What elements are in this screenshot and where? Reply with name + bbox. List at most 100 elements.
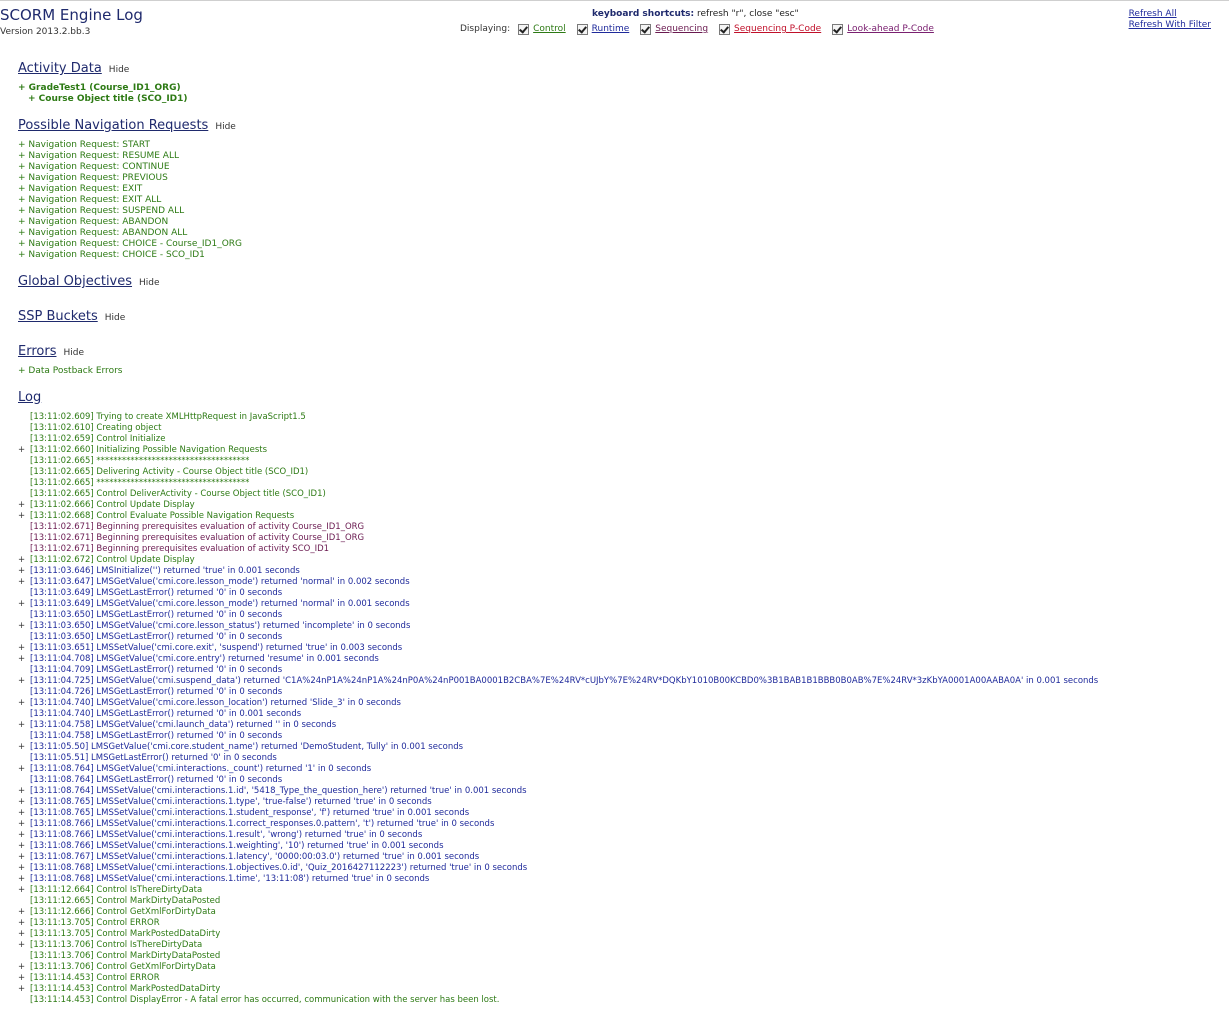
log-entry[interactable]: + [13:11:08.766] LMSSetValue('cmi.interac… bbox=[18, 830, 1098, 841]
log-entry[interactable]: + [13:11:08.768] LMSSetValue('cmi.interac… bbox=[18, 874, 1098, 885]
log-entry[interactable]: + [13:11:04.708] LMSGetValue('cmi.core.en… bbox=[18, 654, 1098, 665]
expand-toggle[interactable]: + bbox=[18, 577, 30, 588]
log-entry[interactable]: + [13:11:08.765] LMSSetValue('cmi.interac… bbox=[18, 797, 1098, 808]
checkbox-runtime[interactable] bbox=[576, 23, 588, 35]
expand-toggle[interactable]: + bbox=[18, 819, 30, 830]
filter-control-label[interactable]: Control bbox=[533, 24, 566, 34]
log-entry[interactable]: + [13:11:08.766] LMSSetValue('cmi.interac… bbox=[18, 841, 1098, 852]
filter-sequencing-pcode[interactable]: Sequencing P-Code bbox=[719, 23, 821, 35]
nav-request-item[interactable]: + Navigation Request: CHOICE - Course_ID… bbox=[18, 239, 242, 250]
ssp-hide-link[interactable]: Hide bbox=[105, 313, 126, 323]
log-entry[interactable]: + [13:11:08.767] LMSSetValue('cmi.interac… bbox=[18, 852, 1098, 863]
activity-item-org[interactable]: + GradeTest1 (Course_ID1_ORG) bbox=[18, 83, 188, 94]
nav-request-item[interactable]: + Navigation Request: PREVIOUS bbox=[18, 173, 242, 184]
expand-toggle[interactable]: + bbox=[18, 973, 30, 984]
log-entry[interactable]: + [13:11:04.725] LMSGetValue('cmi.suspend… bbox=[18, 676, 1098, 687]
log-entry[interactable]: + [13:11:04.740] LMSGetValue('cmi.core.le… bbox=[18, 698, 1098, 709]
log-entry[interactable]: + [13:11:03.651] LMSSetValue('cmi.core.ex… bbox=[18, 643, 1098, 654]
log-entry[interactable]: + [13:11:13.705] Control ERROR bbox=[18, 918, 1098, 929]
log-entry[interactable]: + [13:11:08.765] LMSSetValue('cmi.interac… bbox=[18, 808, 1098, 819]
expand-toggle[interactable]: + bbox=[18, 555, 30, 566]
nav-request-item[interactable]: + Navigation Request: EXIT bbox=[18, 184, 242, 195]
nav-request-item[interactable]: + Navigation Request: ABANDON bbox=[18, 217, 242, 228]
expand-toggle[interactable]: + bbox=[18, 654, 30, 665]
expand-toggle[interactable]: + bbox=[18, 698, 30, 709]
log-entry[interactable]: + [13:11:13.706] Control GetXmlForDirtyDa… bbox=[18, 962, 1098, 973]
filter-runtime-label[interactable]: Runtime bbox=[592, 24, 630, 34]
nav-request-item[interactable]: + Navigation Request: ABANDON ALL bbox=[18, 228, 242, 239]
expand-toggle[interactable]: + bbox=[18, 764, 30, 775]
nav-request-item[interactable]: + Navigation Request: START bbox=[18, 140, 242, 151]
log-entry[interactable]: + [13:11:13.706] Control IsThereDirtyData bbox=[18, 940, 1098, 951]
expand-toggle[interactable]: + bbox=[18, 984, 30, 995]
log-entry[interactable]: + [13:11:03.650] LMSGetValue('cmi.core.le… bbox=[18, 621, 1098, 632]
expand-toggle[interactable]: + bbox=[18, 885, 30, 896]
expand-toggle[interactable]: + bbox=[18, 863, 30, 874]
nav-request-item[interactable]: + Navigation Request: CHOICE - SCO_ID1 bbox=[18, 250, 242, 261]
log-entry[interactable]: + [13:11:02.668] Control Evaluate Possibl… bbox=[18, 511, 1098, 522]
filter-sequencing-label[interactable]: Sequencing bbox=[655, 24, 708, 34]
expand-toggle[interactable]: + bbox=[18, 511, 30, 522]
filter-sequencing-pcode-label[interactable]: Sequencing P-Code bbox=[734, 24, 821, 34]
log-entry[interactable]: + [13:11:08.766] LMSSetValue('cmi.interac… bbox=[18, 819, 1098, 830]
expand-toggle[interactable]: + bbox=[18, 962, 30, 973]
activity-hide-link[interactable]: Hide bbox=[109, 65, 130, 75]
checkbox-sequencing-pcode[interactable] bbox=[719, 23, 731, 35]
filter-lookahead-pcode[interactable]: Look-ahead P-Code bbox=[832, 23, 934, 35]
expand-toggle[interactable]: + bbox=[18, 643, 30, 654]
nav-request-item[interactable]: + Navigation Request: CONTINUE bbox=[18, 162, 242, 173]
expand-toggle[interactable]: + bbox=[18, 830, 30, 841]
nav-request-item[interactable]: + Navigation Request: RESUME ALL bbox=[18, 151, 242, 162]
refresh-all-link[interactable]: Refresh All bbox=[1129, 9, 1211, 20]
errors-hide-link[interactable]: Hide bbox=[63, 348, 84, 358]
expand-toggle[interactable]: + bbox=[18, 940, 30, 951]
expand-toggle[interactable]: + bbox=[18, 874, 30, 885]
log-entry[interactable]: + [13:11:08.764] LMSGetValue('cmi.interac… bbox=[18, 764, 1098, 775]
expand-toggle[interactable]: + bbox=[18, 797, 30, 808]
expand-toggle[interactable]: + bbox=[18, 445, 30, 456]
log-entry[interactable]: + [13:11:08.768] LMSSetValue('cmi.interac… bbox=[18, 863, 1098, 874]
filter-sequencing[interactable]: Sequencing bbox=[640, 23, 708, 35]
filter-runtime[interactable]: Runtime bbox=[576, 23, 630, 35]
log-entry[interactable]: + [13:11:02.666] Control Update Display bbox=[18, 500, 1098, 511]
nav-request-item[interactable]: + Navigation Request: SUSPEND ALL bbox=[18, 206, 242, 217]
log-entry[interactable]: + [13:11:14.453] Control MarkPostedDataDi… bbox=[18, 984, 1098, 995]
checkbox-sequencing[interactable] bbox=[640, 23, 652, 35]
activity-item-sco[interactable]: + Course Object title (SCO_ID1) bbox=[18, 94, 188, 105]
expand-toggle[interactable]: + bbox=[18, 929, 30, 940]
log-entry[interactable]: + [13:11:13.705] Control MarkPostedDataDi… bbox=[18, 929, 1098, 940]
expand-toggle[interactable]: + bbox=[18, 918, 30, 929]
expand-toggle[interactable]: + bbox=[18, 500, 30, 511]
expand-toggle[interactable]: + bbox=[18, 841, 30, 852]
log-entry[interactable]: + [13:11:03.649] LMSGetValue('cmi.core.le… bbox=[18, 599, 1098, 610]
expand-toggle[interactable]: + bbox=[18, 907, 30, 918]
checkbox-lookahead-pcode[interactable] bbox=[832, 23, 844, 35]
checkbox-control[interactable] bbox=[518, 23, 530, 35]
data-postback-errors[interactable]: + Data Postback Errors bbox=[18, 366, 122, 376]
refresh-with-filter-link[interactable]: Refresh With Filter bbox=[1129, 20, 1211, 31]
expand-toggle[interactable]: + bbox=[18, 786, 30, 797]
expand-toggle[interactable]: + bbox=[18, 852, 30, 863]
expand-toggle[interactable]: + bbox=[18, 720, 30, 731]
objectives-hide-link[interactable]: Hide bbox=[139, 278, 160, 288]
log-entry[interactable]: + [13:11:12.664] Control IsThereDirtyData bbox=[18, 885, 1098, 896]
log-entry[interactable]: + [13:11:14.453] Control ERROR bbox=[18, 973, 1098, 984]
log-entry[interactable]: + [13:11:12.666] Control GetXmlForDirtyDa… bbox=[18, 907, 1098, 918]
expand-toggle[interactable]: + bbox=[18, 599, 30, 610]
log-entry[interactable]: + [13:11:03.647] LMSGetValue('cmi.core.le… bbox=[18, 577, 1098, 588]
log-entry[interactable]: + [13:11:03.646] LMSInitialize('') return… bbox=[18, 566, 1098, 577]
log-entry[interactable]: + [13:11:04.758] LMSGetValue('cmi.launch_… bbox=[18, 720, 1098, 731]
nav-request-item[interactable]: + Navigation Request: EXIT ALL bbox=[18, 195, 242, 206]
log-entry[interactable]: + [13:11:02.660] Initializing Possible Na… bbox=[18, 445, 1098, 456]
filter-control[interactable]: Control bbox=[518, 23, 566, 35]
expand-toggle[interactable]: + bbox=[18, 621, 30, 632]
navigation-hide-link[interactable]: Hide bbox=[215, 122, 236, 132]
expand-toggle[interactable]: + bbox=[18, 676, 30, 687]
expand-toggle[interactable]: + bbox=[18, 808, 30, 819]
expand-toggle[interactable]: + bbox=[18, 742, 30, 753]
filter-lookahead-pcode-label[interactable]: Look-ahead P-Code bbox=[847, 24, 934, 34]
log-entry[interactable]: + [13:11:02.672] Control Update Display bbox=[18, 555, 1098, 566]
expand-toggle[interactable]: + bbox=[18, 566, 30, 577]
log-entry[interactable]: + [13:11:08.764] LMSSetValue('cmi.interac… bbox=[18, 786, 1098, 797]
log-entry[interactable]: + [13:11:05.50] LMSGetValue('cmi.core.stu… bbox=[18, 742, 1098, 753]
